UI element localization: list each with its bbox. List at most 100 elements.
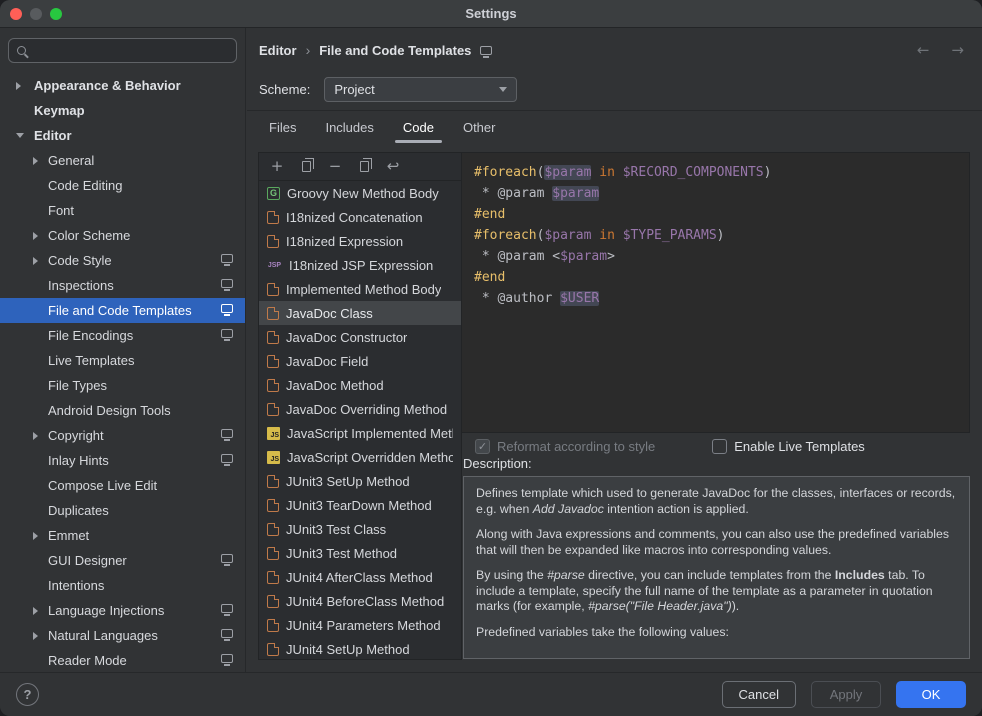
main-panel: Editor›File and Code Templates←→ Scheme:… — [247, 28, 982, 672]
scheme-value: Project — [334, 82, 374, 97]
copy-icon[interactable] — [298, 159, 314, 175]
template-list-panel: + − ↩ GGroovy New Method BodyI18nized Conc… — [258, 152, 462, 660]
template-item-label: JUnit3 SetUp Method — [286, 474, 410, 489]
template-item-label: JUnit4 Parameters Method — [286, 618, 441, 633]
chevron-right-icon[interactable] — [33, 532, 38, 540]
breadcrumb-item-editor[interactable]: Editor — [259, 43, 297, 58]
chevron-right-icon[interactable] — [33, 257, 38, 265]
minimize-button[interactable] — [30, 8, 42, 20]
breadcrumb-item-file-and-code-templates[interactable]: File and Code Templates — [319, 43, 471, 58]
template-item-i18nized-concatenation[interactable]: I18nized Concatenation — [259, 205, 461, 229]
chevron-right-icon[interactable] — [33, 632, 38, 640]
template-item-javadoc-constructor[interactable]: JavaDoc Constructor — [259, 325, 461, 349]
sidebar-item-inspections[interactable]: Inspections — [0, 273, 245, 298]
revert-icon[interactable]: ↩ — [385, 159, 401, 175]
ok-button[interactable]: OK — [896, 681, 966, 708]
sidebar-item-file-types[interactable]: File Types — [0, 373, 245, 398]
sidebar-item-copyright[interactable]: Copyright — [0, 423, 245, 448]
template-item-junit3-teardown-method[interactable]: JUnit3 TearDown Method — [259, 493, 461, 517]
template-item-javadoc-overriding-method[interactable]: JavaDoc Overriding Method — [259, 397, 461, 421]
scheme-dropdown[interactable]: Project — [324, 77, 517, 102]
tab-files[interactable]: Files — [259, 111, 306, 143]
chevron-right-icon[interactable] — [33, 607, 38, 615]
template-item-implemented-method-body[interactable]: Implemented Method Body — [259, 277, 461, 301]
chevron-down-icon[interactable] — [16, 133, 24, 138]
tab-other[interactable]: Other — [453, 111, 506, 143]
template-item-label: JavaScript Overridden Method — [287, 450, 453, 465]
template-item-javadoc-method[interactable]: JavaDoc Method — [259, 373, 461, 397]
enable-live-templates-checkbox[interactable]: Enable Live Templates — [712, 439, 865, 454]
settings-search[interactable] — [8, 38, 237, 63]
template-item-junit4-setup-method[interactable]: JUnit4 SetUp Method — [259, 637, 461, 659]
sidebar-item-label: File Encodings — [48, 328, 133, 343]
sidebar-item-live-templates[interactable]: Live Templates — [0, 348, 245, 373]
javascript-icon: JS — [267, 451, 280, 464]
template-icon — [267, 643, 279, 656]
sidebar-item-color-scheme[interactable]: Color Scheme — [0, 223, 245, 248]
template-item-javascript-implemented-method[interactable]: JSJavaScript Implemented Method — [259, 421, 461, 445]
checkbox-icon — [475, 439, 490, 454]
apply-button[interactable]: Apply — [811, 681, 881, 708]
help-button[interactable]: ? — [16, 683, 39, 706]
sidebar-item-intentions[interactable]: Intentions — [0, 573, 245, 598]
close-button[interactable] — [10, 8, 22, 20]
cancel-button[interactable]: Cancel — [722, 681, 796, 708]
sidebar-item-android-design-tools[interactable]: Android Design Tools — [0, 398, 245, 423]
template-icon — [267, 211, 279, 224]
template-icon — [267, 235, 279, 248]
chevron-right-icon[interactable] — [33, 232, 38, 240]
sidebar-item-code-editing[interactable]: Code Editing — [0, 173, 245, 198]
sidebar-item-appearance-behavior[interactable]: Appearance & Behavior — [0, 73, 245, 98]
sidebar-item-code-style[interactable]: Code Style — [0, 248, 245, 273]
sidebar-item-language-injections[interactable]: Language Injections — [0, 598, 245, 623]
template-item-i18nized-expression[interactable]: I18nized Expression — [259, 229, 461, 253]
reformat-checkbox[interactable]: Reformat according to style — [475, 439, 655, 454]
chevron-right-icon[interactable] — [33, 157, 38, 165]
sidebar-item-reader-mode[interactable]: Reader Mode — [0, 648, 245, 672]
template-item-i18nized-jsp-expression[interactable]: JSPI18nized JSP Expression — [259, 253, 461, 277]
description-label: Description: — [463, 456, 532, 471]
template-item-junit3-setup-method[interactable]: JUnit3 SetUp Method — [259, 469, 461, 493]
template-item-javadoc-field[interactable]: JavaDoc Field — [259, 349, 461, 373]
template-item-junit4-afterclass-method[interactable]: JUnit4 AfterClass Method — [259, 565, 461, 589]
sidebar-item-inlay-hints[interactable]: Inlay Hints — [0, 448, 245, 473]
sidebar-item-keymap[interactable]: Keymap — [0, 98, 245, 123]
zoom-button[interactable] — [50, 8, 62, 20]
tab-code[interactable]: Code — [393, 111, 444, 143]
sidebar-item-font[interactable]: Font — [0, 198, 245, 223]
chevron-right-icon[interactable] — [33, 432, 38, 440]
template-item-label: JavaDoc Method — [286, 378, 384, 393]
template-item-label: JUnit3 Test Class — [286, 522, 386, 537]
template-item-groovy-new-method-body[interactable]: GGroovy New Method Body — [259, 181, 461, 205]
template-item-junit4-parameters-method[interactable]: JUnit4 Parameters Method — [259, 613, 461, 637]
template-item-junit4-beforeclass-method[interactable]: JUnit4 BeforeClass Method — [259, 589, 461, 613]
template-item-junit3-test-class[interactable]: JUnit3 Test Class — [259, 517, 461, 541]
template-item-javascript-overridden-method[interactable]: JS JavaScript Overridden Method — [259, 445, 461, 469]
template-item-label: I18nized JSP Expression — [289, 258, 433, 273]
chevron-right-icon[interactable] — [16, 82, 21, 90]
remove-icon[interactable]: − — [327, 159, 343, 175]
back-arrow-icon[interactable]: ← — [917, 41, 930, 59]
template-item-junit3-test-method[interactable]: JUnit3 Test Method — [259, 541, 461, 565]
template-item-javadoc-class[interactable]: JavaDoc Class — [259, 301, 461, 325]
monitor-icon — [221, 304, 233, 313]
template-icon — [267, 331, 279, 344]
sidebar-item-emmet[interactable]: Emmet — [0, 523, 245, 548]
template-editor[interactable]: #foreach($param in $RECORD_COMPONENTS) *… — [462, 152, 970, 433]
duplicate-icon[interactable] — [356, 159, 372, 175]
sidebar-item-general[interactable]: General — [0, 148, 245, 173]
sidebar-item-file-and-code-templates[interactable]: File and Code Templates — [0, 298, 245, 323]
add-icon[interactable]: + — [269, 159, 285, 175]
sidebar-item-editor[interactable]: Editor — [0, 123, 245, 148]
sidebar-item-duplicates[interactable]: Duplicates — [0, 498, 245, 523]
sidebar-item-natural-languages[interactable]: Natural Languages — [0, 623, 245, 648]
sidebar-item-compose-live-edit[interactable]: Compose Live Edit — [0, 473, 245, 498]
template-item-label: JavaDoc Constructor — [286, 330, 407, 345]
sidebar-item-gui-designer[interactable]: GUI Designer — [0, 548, 245, 573]
description-box: Defines template which used to generate … — [463, 476, 970, 659]
checkbox-icon — [712, 439, 727, 454]
sidebar-item-file-encodings[interactable]: File Encodings — [0, 323, 245, 348]
forward-arrow-icon[interactable]: → — [951, 41, 964, 59]
search-input[interactable] — [33, 43, 228, 58]
tab-includes[interactable]: Includes — [315, 111, 383, 143]
